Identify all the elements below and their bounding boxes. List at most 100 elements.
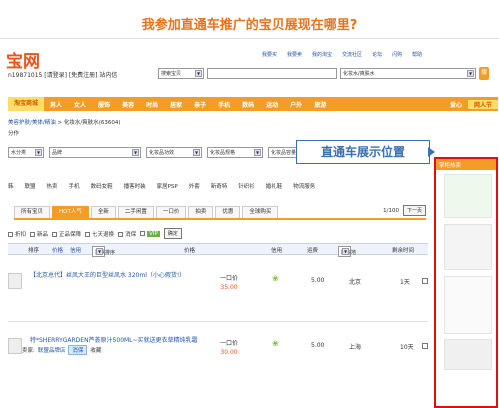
product-time: 1天 [400, 279, 410, 286]
user-status-line: n19871015 [请登录] [免费注册] 站内信 [8, 72, 118, 79]
sponsored-product[interactable] [444, 224, 492, 270]
category-link[interactable]: 家居PSP [157, 182, 178, 190]
nav-item[interactable]: 户外 [284, 100, 308, 109]
tab-auction[interactable]: 拍卖 [188, 206, 214, 218]
fee-column: 运费 [307, 248, 319, 254]
category-link[interactable]: 手机 [69, 182, 80, 190]
options-confirm-button[interactable]: 确定 [163, 228, 182, 239]
search-category-select[interactable]: 化妆水/爽肤水 ▼ [340, 68, 476, 79]
category-link[interactable]: 婚礼鞋 [266, 182, 283, 190]
chevron-down-icon: ▼ [132, 149, 139, 156]
price-filter-label: 价格 [184, 248, 196, 254]
category-link[interactable]: 数码女鞋 [91, 182, 113, 190]
nav-item[interactable]: 数码 [236, 100, 260, 109]
category-link[interactable]: 物流服务 [293, 182, 315, 190]
category-link[interactable]: 播客时装 [124, 182, 146, 190]
top-link-sell[interactable]: 我要卖 [287, 51, 302, 58]
sort-select[interactable]: 默认排序 ▼ [92, 246, 115, 257]
search-input[interactable] [207, 68, 337, 79]
category-link[interactable]: 新奇特 [211, 182, 228, 190]
nav-item[interactable]: 时尚 [140, 100, 164, 109]
nav-item[interactable]: 美容 [116, 100, 140, 109]
nav-item[interactable]: 男人 [44, 100, 68, 109]
nav-item[interactable]: 爱心 [444, 100, 468, 109]
checkbox[interactable] [140, 230, 146, 236]
top-link-buy[interactable]: 我要买 [262, 51, 277, 58]
checkbox[interactable] [8, 231, 13, 237]
option-genuine[interactable]: 正品保障 [52, 230, 81, 238]
chevron-down-icon: ▼ [35, 149, 42, 156]
search-button[interactable]: 搜 [479, 67, 489, 80]
search-scope-select[interactable]: 搜索宝贝 ▼ [158, 68, 204, 79]
page-indicator: 1/100 [383, 207, 399, 214]
time-column: 剩余时间 [392, 248, 415, 254]
product-time: 10天 [400, 344, 414, 351]
nav-item[interactable]: 网人节 [467, 99, 498, 109]
pager: 1/100 下一页 [383, 205, 426, 218]
category-link[interactable]: 韩 [8, 182, 14, 190]
checkbox[interactable] [30, 231, 36, 237]
credit-column: 信用 [271, 248, 283, 254]
tab-used[interactable]: 二手闲置 [117, 206, 154, 218]
sponsored-product[interactable] [444, 174, 492, 218]
option-discount[interactable]: 折扣 [8, 230, 26, 238]
nav-mall[interactable]: 淘宝商城 [8, 97, 45, 111]
nav-item[interactable]: 旅游 [308, 100, 332, 109]
compare-checkbox[interactable] [422, 343, 428, 349]
filter-select[interactable]: 水分类 ▼ [8, 147, 44, 158]
category-link[interactable]: 联盟 [25, 182, 36, 190]
sponsored-product[interactable] [444, 276, 492, 334]
callout-arrow [428, 147, 435, 157]
option-new[interactable]: 新品 [30, 230, 48, 238]
top-link-flash[interactable]: 闪购 [392, 51, 402, 58]
top-link-forum[interactable]: 论坛 [372, 51, 382, 58]
compare-checkbox[interactable] [422, 278, 428, 284]
product-thumbnail[interactable] [8, 338, 22, 354]
category-link[interactable]: 热卖 [47, 182, 58, 190]
nav-item[interactable]: 女人 [68, 100, 92, 109]
sort-credit[interactable]: 信用 [70, 246, 81, 254]
breadcrumb-parent[interactable]: 美容护肤/美体/精油 [8, 120, 56, 126]
location-select[interactable]: 所在地▼ [338, 246, 356, 257]
category-link[interactable]: 外套 [189, 182, 200, 190]
nav-item[interactable]: 手机 [212, 100, 236, 109]
product-title[interactable]: 【北京总代】丝凤大王的巨型丝凤水 320ml（小心假货!） [30, 271, 200, 280]
credit-icon: ❀ [272, 274, 279, 283]
sort-label: 排序 [28, 248, 40, 254]
checkbox[interactable] [85, 231, 91, 237]
option-vip[interactable]: VIP [140, 230, 160, 237]
next-page-button[interactable]: 下一页 [402, 205, 426, 216]
tab-discount[interactable]: 优惠 [215, 206, 241, 218]
sort-price[interactable]: 价格 [52, 246, 63, 254]
nav-item[interactable]: 服饰 [92, 100, 116, 109]
page-heading: 我参加直通车推广的宝贝展现在哪里? [141, 18, 358, 33]
nav-item[interactable]: 运动 [260, 100, 284, 109]
screenshot-area: 宝网 n19871015 [请登录] [免费注册] 站内信 我要买 我要卖 我的… [0, 38, 499, 408]
top-link-mytaobao[interactable]: 我的淘宝 [312, 51, 332, 58]
option-checkboxes: 折扣 新品 正品保障 七天退换 消保 VIP 确定 [8, 228, 182, 239]
product-title[interactable]: 特*SHERRYGARDEN芦荟原汁500ML~买就送更衣草精纯乳霜 [30, 336, 200, 345]
tab-global[interactable]: 全球购买 [242, 206, 279, 218]
filter-select[interactable]: 化妆品规格 ▼ [207, 147, 263, 158]
chevron-down-icon: ▼ [467, 70, 474, 77]
tab-hot[interactable]: HOT人气 [52, 206, 89, 218]
filter-select[interactable]: 化妆品功效 ▼ [146, 147, 202, 158]
chevron-down-icon: ▼ [342, 248, 349, 255]
tab-fixed-price[interactable]: 一口价 [155, 206, 187, 218]
tab-new[interactable]: 全新 [90, 206, 116, 218]
top-link-community[interactable]: 交流社区 [342, 51, 362, 58]
product-thumbnail[interactable] [8, 273, 22, 289]
top-link-help[interactable]: 帮助 [412, 51, 422, 58]
option-7day[interactable]: 七天退换 [85, 230, 114, 238]
checkbox[interactable] [52, 231, 58, 237]
chevron-down-icon: ▼ [96, 248, 103, 255]
sponsored-product[interactable] [444, 339, 492, 370]
nav-item[interactable]: 亲子 [188, 100, 212, 109]
checkbox[interactable] [118, 231, 124, 237]
tab-all[interactable]: 所有宝贝 [14, 206, 51, 218]
nav-item[interactable]: 居家 [164, 100, 188, 109]
category-link[interactable]: 针织衫 [238, 182, 255, 190]
filter-select[interactable]: 品牌 ▼ [49, 147, 141, 158]
option-protect[interactable]: 消保 [118, 230, 136, 238]
site-logo[interactable]: 宝网 [6, 47, 40, 72]
